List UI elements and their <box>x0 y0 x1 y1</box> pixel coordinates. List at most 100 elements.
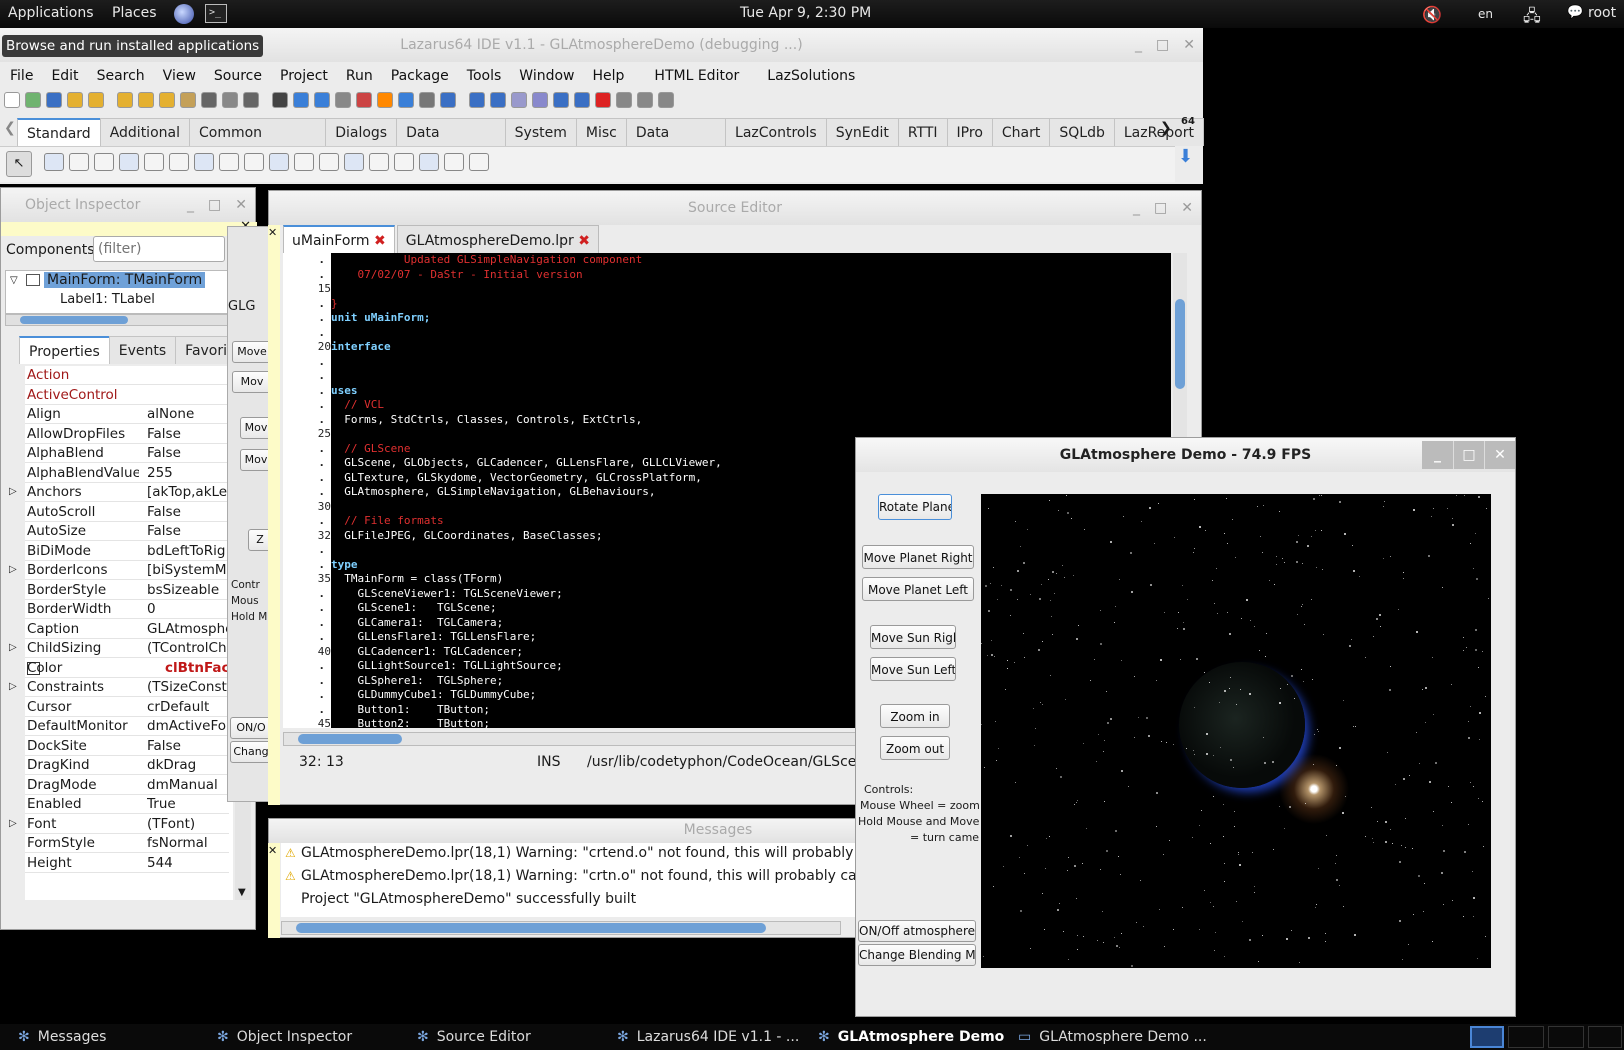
palette-tab-synedit[interactable]: SynEdit <box>825 118 899 146</box>
expand-icon[interactable]: ▷ <box>9 681 17 692</box>
palette-component-icon[interactable] <box>219 153 239 171</box>
toolbar-icon[interactable] <box>272 92 288 108</box>
palette-component-icon[interactable] <box>469 153 489 171</box>
palette-component-icon[interactable] <box>169 153 189 171</box>
toolbar-icon[interactable] <box>553 92 569 108</box>
palette-tab-standard[interactable]: Standard <box>17 118 101 146</box>
taskbar-item[interactable]: ▭ GLAtmosphere Demo ... <box>1018 1026 1207 1048</box>
menu-file[interactable]: File <box>10 68 33 84</box>
property-value[interactable]: bdLeftToRig <box>147 542 229 561</box>
property-value[interactable]: dkDrag <box>147 756 229 775</box>
toolbar-icon[interactable] <box>377 92 393 108</box>
property-row[interactable]: Enabled True <box>25 795 229 814</box>
designer-button[interactable]: Chang <box>230 741 272 763</box>
toolbar-icon[interactable] <box>25 92 41 108</box>
toolbar-icon[interactable] <box>637 92 653 108</box>
property-row[interactable]: Cursor crDefault <box>25 698 229 717</box>
workspace-switcher-1[interactable] <box>1470 1026 1504 1048</box>
close-icon[interactable]: ✕ <box>1183 28 1195 62</box>
menu-view[interactable]: View <box>163 68 196 84</box>
oi-tab-events[interactable]: Events <box>108 336 177 364</box>
workspace-switcher-4[interactable] <box>1588 1026 1622 1048</box>
property-value[interactable]: [biSystemMe <box>147 561 229 580</box>
network-icon[interactable]: 🖧 <box>1523 5 1541 32</box>
palette-component-icon[interactable] <box>394 153 414 171</box>
toolbar-icon[interactable] <box>469 92 485 108</box>
palette-tab-misc[interactable]: Misc <box>575 118 627 146</box>
property-value[interactable]: (TControlCh <box>147 639 229 658</box>
move-planet-left-button[interactable]: Move Planet Left <box>862 577 974 601</box>
property-row[interactable]: Height 544 <box>25 854 229 873</box>
property-value[interactable]: 255 <box>147 464 229 483</box>
move-planet-right-button[interactable]: Move Planet Right <box>862 545 974 569</box>
toolbar-icon[interactable] <box>67 92 83 108</box>
palette-component-icon[interactable] <box>244 153 264 171</box>
property-value[interactable]: False <box>147 503 229 522</box>
property-row[interactable]: BorderIcons [biSystemMe <box>25 561 229 580</box>
toolbar-icon[interactable] <box>180 92 196 108</box>
palette-component-icon[interactable] <box>69 153 89 171</box>
taskbar-item[interactable]: ✻ Lazarus64 IDE v1.1 - ... <box>617 1026 799 1048</box>
palette-component-icon[interactable] <box>194 153 214 171</box>
property-value[interactable]: fsNormal <box>147 834 229 853</box>
workspace-switcher-3[interactable] <box>1548 1026 1584 1048</box>
toolbar-icon[interactable] <box>511 92 527 108</box>
toolbar-icon[interactable] <box>138 92 154 108</box>
maximize-icon[interactable]: □ <box>1156 28 1169 62</box>
toolbar-icon[interactable] <box>46 92 62 108</box>
toolbar-icon[interactable] <box>616 92 632 108</box>
property-row[interactable]: Align alNone <box>25 405 229 424</box>
property-row[interactable]: AutoSize False <box>25 522 229 541</box>
property-value[interactable]: False <box>147 425 229 444</box>
terminal-launcher-icon[interactable]: >_ <box>205 4 227 23</box>
tab-umainform[interactable]: uMainForm ✖ <box>283 225 395 256</box>
property-value[interactable]: False <box>147 737 229 756</box>
property-value[interactable]: GLAtmosphe <box>147 620 229 639</box>
move-sun-right-button[interactable]: Move Sun Righ <box>870 625 956 649</box>
object-inspector-titlebar[interactable]: Object Inspector _ □ ✕ <box>1 188 255 222</box>
toolbar-icon[interactable] <box>293 92 309 108</box>
maximize-icon[interactable]: □ <box>1154 191 1167 225</box>
palette-component-icon[interactable] <box>144 153 164 171</box>
toolbar-icon[interactable] <box>440 92 456 108</box>
oi-tab-properties[interactable]: Properties <box>19 336 110 364</box>
components-filter-input[interactable] <box>93 236 225 262</box>
expand-icon[interactable]: ▷ <box>9 564 17 575</box>
toolbar-icon[interactable] <box>335 92 351 108</box>
change-blending-button[interactable]: Change Blending Mo <box>858 944 976 966</box>
move-sun-left-button[interactable]: Move Sun Left <box>870 657 956 681</box>
close-icon[interactable]: ✕ <box>1181 191 1193 225</box>
tree-horizontal-scrollbar[interactable] <box>5 314 233 326</box>
property-row[interactable]: FormStyle fsNormal <box>25 834 229 853</box>
property-value[interactable]: dmActiveFor <box>147 717 229 736</box>
minimize-icon[interactable]: _ <box>1133 191 1140 225</box>
web-browser-launcher-icon[interactable] <box>174 4 194 24</box>
taskbar-item[interactable]: ✻ Messages <box>18 1026 106 1048</box>
palette-tab-data-controls[interactable]: Data Controls <box>396 118 506 169</box>
message-item[interactable]: ⚠ GLAtmosphereDemo.lpr(18,1) Warning: "cr… <box>285 845 883 861</box>
property-row[interactable]: DockSite False <box>25 737 229 756</box>
toolbar-icon[interactable] <box>314 92 330 108</box>
maximize-icon[interactable]: □ <box>1453 441 1484 469</box>
property-value[interactable]: [akTop,akLef <box>147 483 229 502</box>
scene-viewer[interactable] <box>981 494 1491 968</box>
property-row[interactable]: Anchors [akTop,akLef <box>25 483 229 502</box>
toolbar-icon[interactable] <box>532 92 548 108</box>
property-value[interactable]: False <box>147 444 229 463</box>
toolbar-icon[interactable] <box>658 92 674 108</box>
applications-menu[interactable]: Applications <box>8 5 94 21</box>
zoom-in-button[interactable]: Zoom in <box>880 704 950 728</box>
property-row[interactable]: Constraints (TSizeConst <box>25 678 229 697</box>
rotate-plane-button[interactable]: Rotate Plane <box>878 494 952 520</box>
property-row[interactable]: Color clBtnFac <box>25 659 229 678</box>
palette-component-icon[interactable] <box>344 153 364 171</box>
message-item[interactable]: Project "GLAtmosphereDemo" successfully … <box>285 891 636 907</box>
palette-component-icon[interactable] <box>119 153 139 171</box>
close-icon[interactable]: ✕ <box>268 226 277 239</box>
palette-tab-rtti[interactable]: RTTI <box>897 118 948 146</box>
palette-tab-ipro[interactable]: IPro <box>946 118 993 146</box>
property-value[interactable]: bsSizeable <box>147 581 229 600</box>
toolbar-icon[interactable] <box>419 92 435 108</box>
chat-icon[interactable]: 💬 <box>1567 5 1583 20</box>
property-row[interactable]: BorderStyle bsSizeable <box>25 581 229 600</box>
